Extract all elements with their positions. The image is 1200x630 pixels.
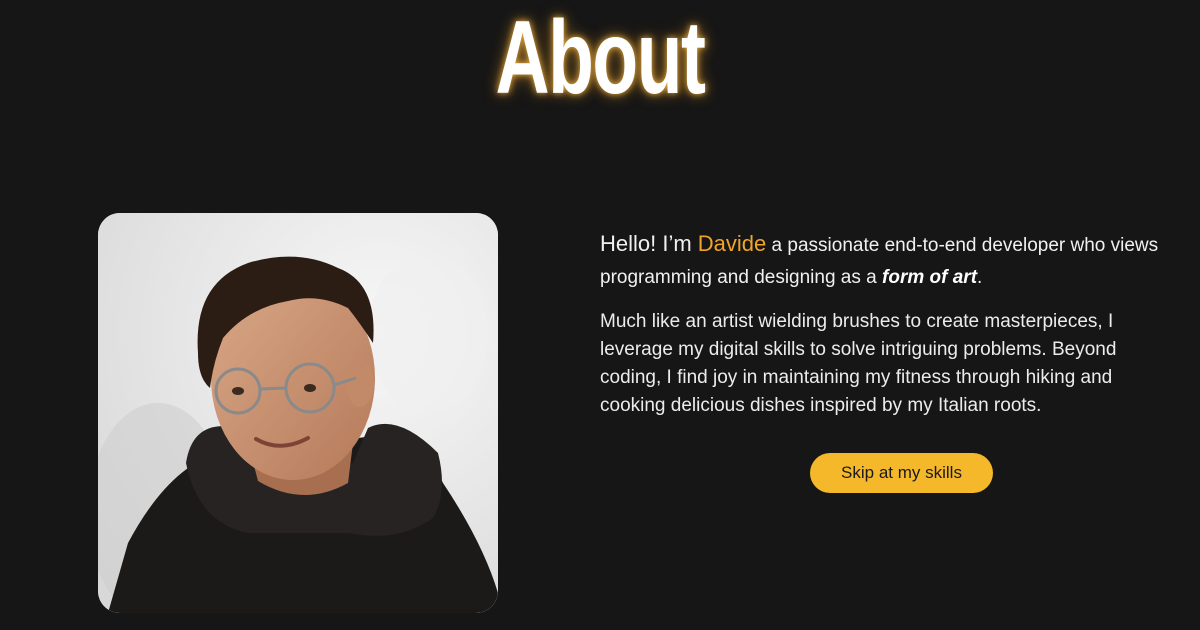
intro-period: . [977,267,983,288]
about-section: About Hello! I’m Davide a passionate end… [0,0,1200,630]
intro-paragraph: Hello! I’m Davide a passionate end-to-en… [600,228,1170,294]
skip-to-skills-button[interactable]: Skip at my skills [810,453,993,493]
about-text: Hello! I’m Davide a passionate end-to-en… [600,228,1170,420]
body-paragraph: Much like an artist wielding brushes to … [600,311,1117,416]
intro-emphasis: form of art [882,267,978,288]
intro-name: Davide [697,231,767,256]
intro-hello: Hello! I’m [600,231,698,256]
profile-photo [98,213,498,613]
page-title: About [495,0,705,116]
